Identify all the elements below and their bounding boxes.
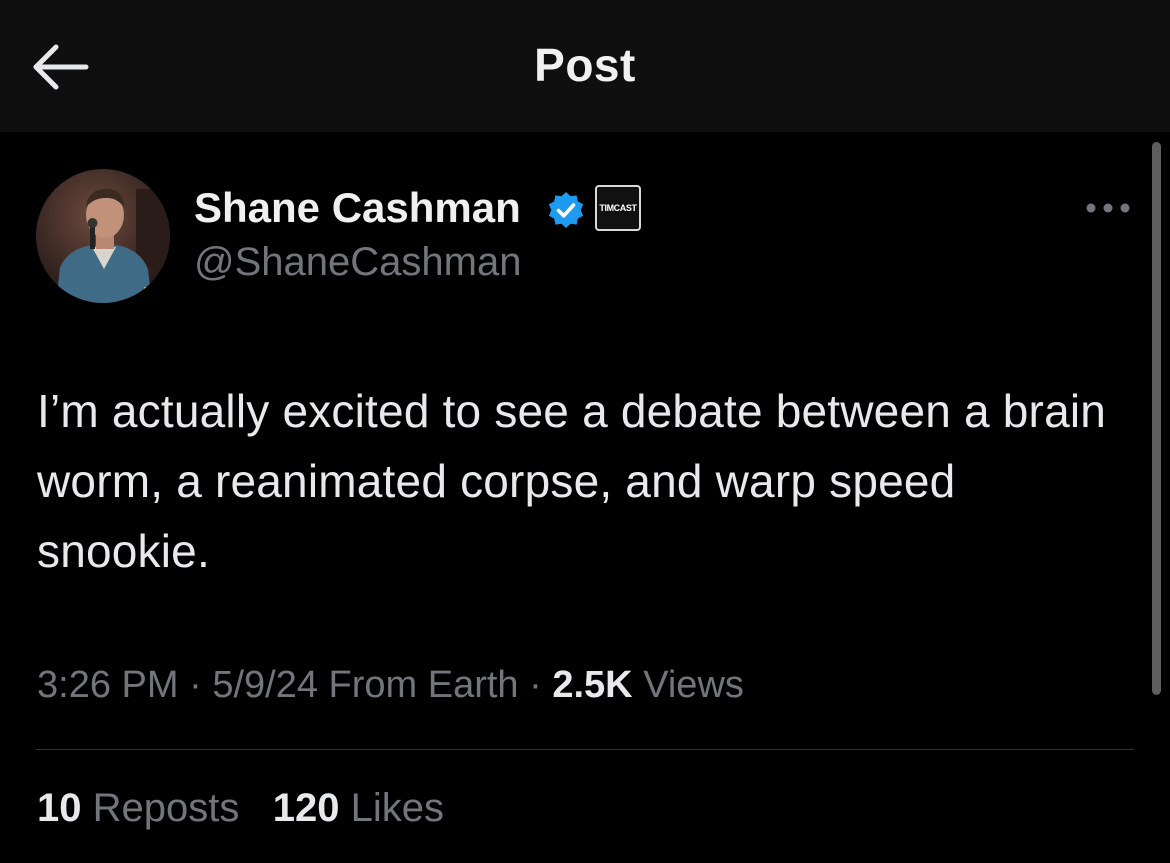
- verified-badge-icon[interactable]: [546, 190, 586, 230]
- reposts-count: 10: [37, 786, 82, 830]
- more-dots-icon: [1086, 203, 1130, 213]
- post-text: I’m actually excited to see a debate bet…: [37, 385, 1107, 577]
- more-options-button[interactable]: [1084, 196, 1132, 220]
- post-date[interactable]: 5/9/24: [212, 664, 318, 706]
- divider: [36, 749, 1134, 750]
- likes-stat[interactable]: 120 Likes: [273, 786, 444, 830]
- reposts-label: Reposts: [92, 786, 240, 830]
- post-source: From Earth: [328, 664, 519, 706]
- likes-label: Likes: [350, 786, 444, 830]
- likes-count: 120: [272, 786, 340, 830]
- page-title: Post: [534, 39, 636, 91]
- reposts-stat[interactable]: 10 Reposts: [37, 786, 239, 830]
- post-time[interactable]: 3:26 PM: [37, 664, 179, 706]
- author-name[interactable]: Shane Cashman: [194, 184, 521, 232]
- views-count: 2.5K: [552, 664, 633, 706]
- affiliate-badge[interactable]: TIMCAST: [595, 185, 641, 231]
- avatar-photo: [36, 169, 170, 303]
- separator: ·: [189, 664, 202, 706]
- avatar[interactable]: [36, 169, 170, 303]
- top-bar: Post: [0, 0, 1170, 132]
- post-meta: 3:26 PM · 5/9/24 From Earth · 2.5K Views: [37, 664, 744, 707]
- separator: ·: [529, 664, 542, 706]
- author-handle[interactable]: @ShaneCashman: [194, 240, 521, 285]
- engagement-stats: 10 Reposts 120 Likes: [37, 786, 444, 831]
- views-label: Views: [643, 664, 744, 706]
- scrollbar[interactable]: [1152, 142, 1161, 695]
